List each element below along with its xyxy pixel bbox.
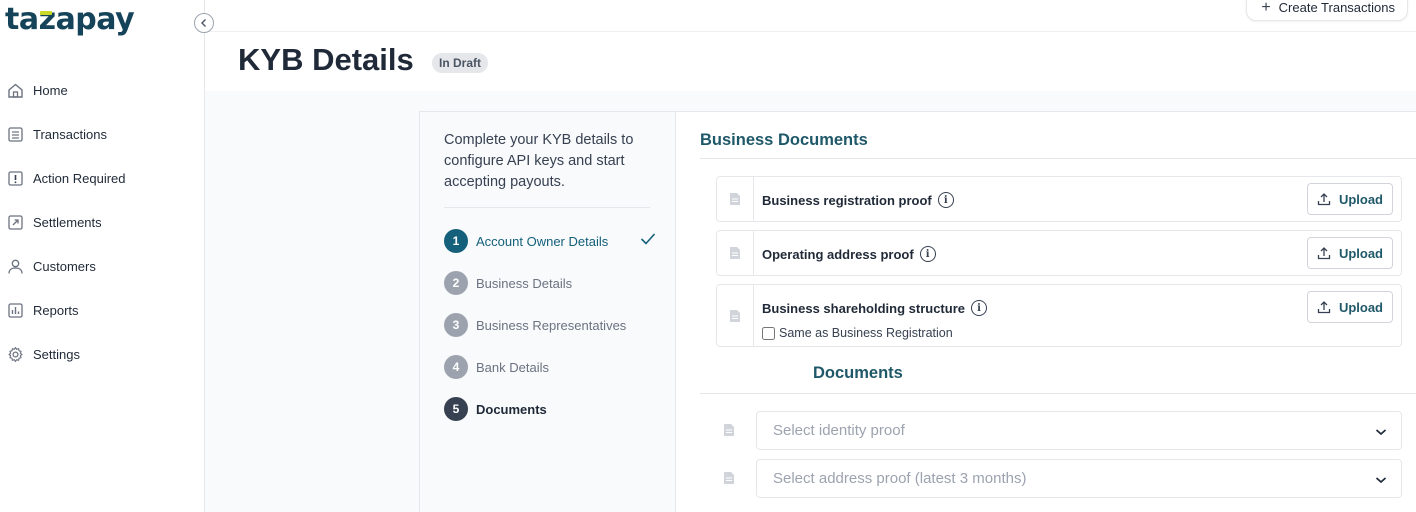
chevron-down-icon — [1375, 472, 1387, 489]
chevron-down-icon — [1375, 424, 1387, 441]
doc-title: Business registration proof i — [762, 192, 954, 208]
sidebar-item-label: Settlements — [33, 214, 102, 230]
divider — [444, 207, 650, 208]
kyb-stepper: Complete your KYB details to configure A… — [419, 111, 676, 512]
step-label: Documents — [476, 401, 547, 417]
step-number: 5 — [444, 397, 468, 421]
address-proof-select[interactable]: Select address proof (latest 3 months) — [756, 459, 1402, 498]
sidebar-item-label: Customers — [33, 258, 96, 274]
upload-icon — [1317, 192, 1331, 206]
alert-icon — [6, 169, 24, 187]
sidebar-item-settlements[interactable]: Settlements — [0, 200, 204, 244]
stepper-intro: Complete your KYB details to configure A… — [444, 132, 634, 190]
document-icon — [723, 471, 735, 485]
sidebar-item-label: Settings — [33, 346, 80, 362]
step-label: Account Owner Details — [476, 233, 609, 249]
doc-row-business-registration: Business registration proof i Upload — [716, 176, 1402, 222]
collapse-sidebar-button[interactable] — [194, 13, 214, 33]
upload-label: Upload — [1338, 245, 1383, 261]
chart-icon — [6, 301, 24, 319]
checkbox[interactable] — [762, 326, 775, 340]
create-transactions-button[interactable]: + Create Transactions — [1246, 0, 1408, 21]
step-label: Bank Details — [476, 359, 549, 375]
sidebar: tazapay Home Transactions Action Require… — [0, 0, 205, 512]
document-icon — [717, 285, 754, 346]
sidebar-item-transactions[interactable]: Transactions — [0, 112, 204, 156]
sidebar-nav: Home Transactions Action Required Settle… — [0, 68, 204, 376]
info-icon[interactable]: i — [919, 246, 936, 262]
section-title-documents: Documents — [813, 364, 903, 382]
upload-icon — [1317, 246, 1331, 260]
step-documents[interactable]: 5 Documents — [444, 397, 656, 421]
step-number: 4 — [444, 355, 468, 379]
sidebar-item-home[interactable]: Home — [0, 68, 204, 112]
step-business-details[interactable]: 2 Business Details — [444, 271, 656, 295]
doc-title: Business shareholding structure i — [762, 300, 987, 316]
sidebar-item-action-required[interactable]: Action Required — [0, 156, 204, 200]
status-badge: In Draft — [432, 53, 488, 73]
select-placeholder: Select identity proof — [773, 422, 905, 439]
info-icon[interactable]: i — [937, 192, 954, 208]
step-label: Business Representatives — [476, 317, 627, 333]
doc-title: Operating address proof i — [762, 246, 936, 262]
chevron-left-icon — [199, 18, 209, 28]
settlement-icon — [6, 213, 24, 231]
home-icon — [6, 81, 24, 99]
list-icon — [6, 125, 24, 143]
doc-row-shareholding-structure: Business shareholding structure i Same a… — [716, 284, 1402, 347]
sidebar-item-label: Home — [33, 82, 68, 98]
step-number: 1 — [444, 229, 468, 253]
sidebar-item-label: Action Required — [33, 170, 126, 186]
top-bar: + Create Transactions — [205, 0, 1416, 32]
sidebar-item-customers[interactable]: Customers — [0, 244, 204, 288]
sidebar-item-label: Reports — [33, 302, 79, 318]
section-title-business-documents: Business Documents — [700, 131, 868, 149]
create-transactions-label: Create Transactions — [1278, 0, 1395, 15]
checkbox-label: Same as Business Registration — [779, 326, 953, 340]
step-bank-details[interactable]: 4 Bank Details — [444, 355, 656, 379]
upload-button[interactable]: Upload — [1306, 237, 1393, 269]
doc-row-operating-address: Operating address proof i Upload — [716, 230, 1402, 276]
upload-button[interactable]: Upload — [1306, 183, 1393, 215]
step-business-representatives[interactable]: 3 Business Representatives — [444, 313, 656, 337]
page-title: KYB Details — [238, 42, 414, 77]
step-number: 2 — [444, 271, 468, 295]
document-icon — [717, 177, 754, 221]
plus-icon: + — [1261, 0, 1271, 16]
sidebar-item-settings[interactable]: Settings — [0, 332, 204, 376]
divider — [700, 158, 1416, 159]
upload-label: Upload — [1338, 299, 1383, 315]
upload-button[interactable]: Upload — [1306, 291, 1393, 323]
user-icon — [6, 257, 24, 275]
upload-label: Upload — [1338, 191, 1383, 207]
info-icon[interactable]: i — [971, 300, 987, 316]
document-icon — [717, 231, 754, 275]
doc-title-text: Business registration proof — [762, 192, 932, 208]
tazapay-logo[interactable]: tazapay — [5, 2, 135, 37]
documents-panel: Business Documents Business registration… — [676, 111, 1416, 512]
upload-icon — [1317, 300, 1331, 314]
gear-icon — [6, 345, 24, 363]
step-label: Business Details — [476, 275, 573, 291]
document-icon — [723, 423, 735, 437]
step-number: 3 — [444, 313, 468, 337]
sidebar-item-reports[interactable]: Reports — [0, 288, 204, 332]
check-icon — [640, 232, 656, 251]
identity-proof-select[interactable]: Select identity proof — [756, 411, 1402, 450]
divider — [700, 393, 1416, 394]
doc-title-text: Operating address proof — [762, 246, 914, 262]
step-account-owner-details[interactable]: 1 Account Owner Details — [444, 229, 656, 253]
same-as-registration-checkbox[interactable]: Same as Business Registration — [762, 326, 953, 340]
select-placeholder: Select address proof (latest 3 months) — [773, 470, 1027, 487]
sidebar-item-label: Transactions — [33, 126, 107, 142]
doc-title-text: Business shareholding structure — [762, 300, 965, 316]
